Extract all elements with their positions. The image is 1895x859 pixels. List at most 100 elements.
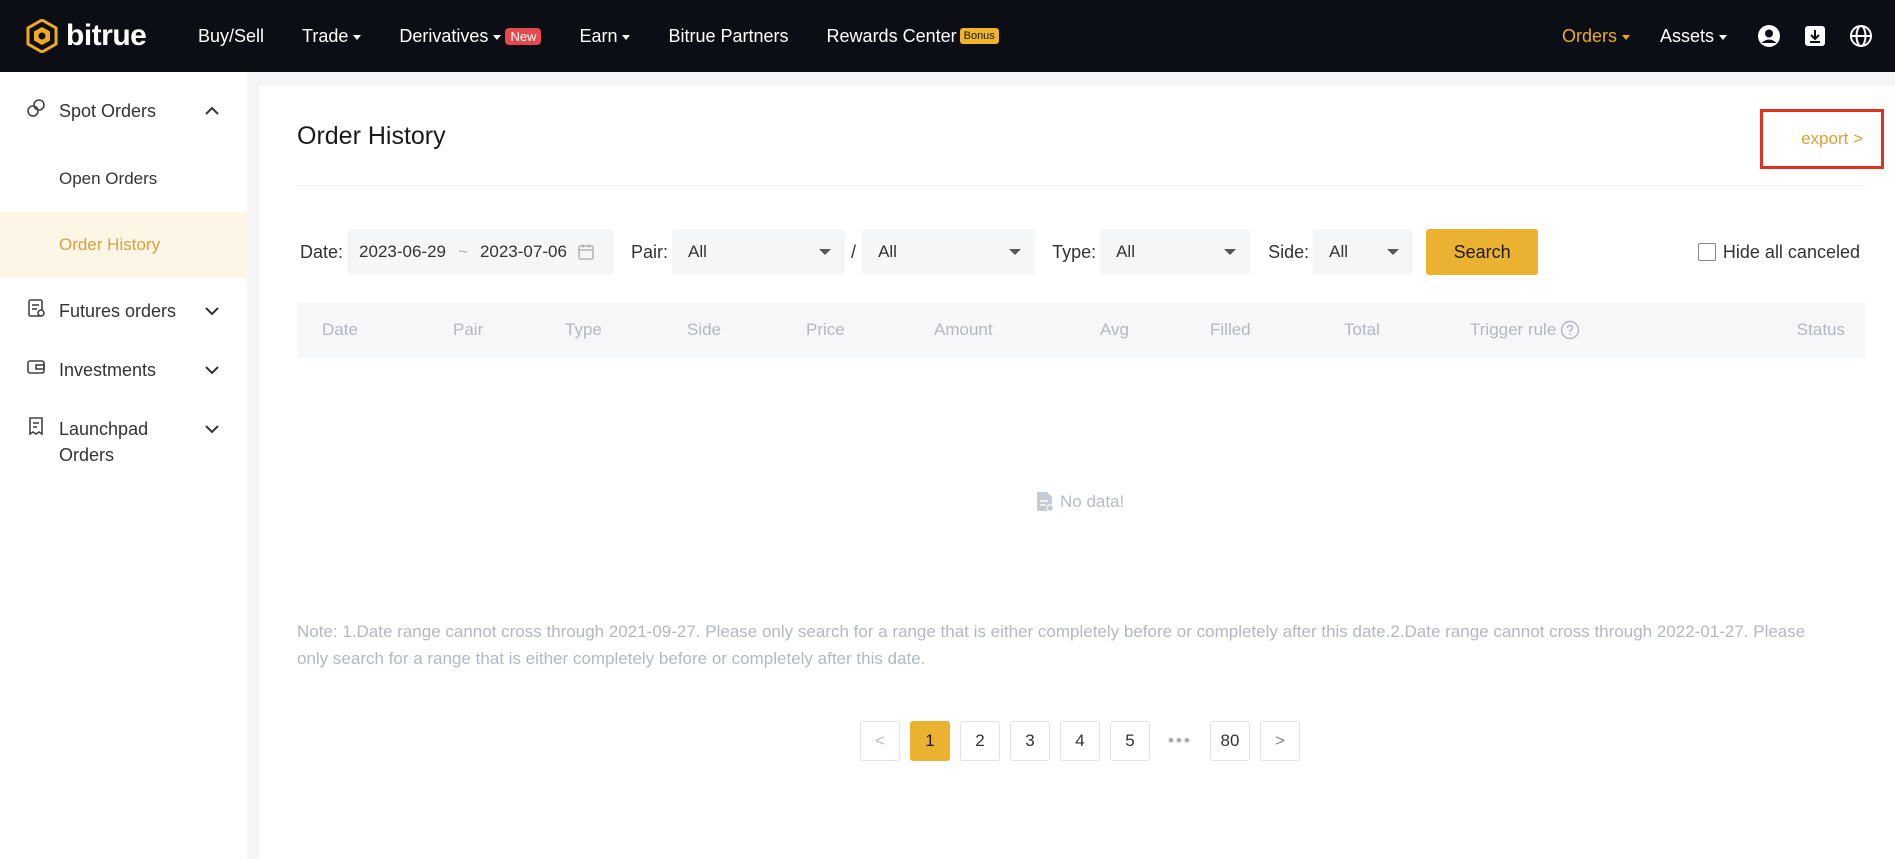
note-line-2: only search for a range that is either c… <box>297 649 926 668</box>
globe-icon[interactable] <box>1849 24 1873 48</box>
header-divider <box>297 185 1865 186</box>
export-link[interactable]: export > <box>1801 129 1863 149</box>
nav-trade-label: Trade <box>302 25 349 46</box>
next-page-button[interactable]: > <box>1260 721 1300 761</box>
chevron-down-icon <box>205 366 219 375</box>
nav-rewards-label: Rewards Center <box>826 25 957 46</box>
column-avg: Avg <box>1100 320 1129 339</box>
wallet-icon <box>27 360 45 374</box>
date-from-value: 2023-06-29 <box>359 242 446 261</box>
hide-canceled-checkbox[interactable] <box>1697 243 1716 261</box>
column-pair: Pair <box>453 320 484 339</box>
bitrue-logo[interactable]: bitrue <box>26 19 176 53</box>
dropdown-arrow-icon <box>819 249 832 255</box>
user-account-icon[interactable] <box>1757 24 1781 48</box>
brand-name: bitrue <box>66 19 147 52</box>
help-question-icon[interactable] <box>1560 320 1580 340</box>
nav-orders[interactable]: Orders <box>1562 26 1630 47</box>
date-range-picker[interactable]: 2023-06-29 ~ 2023-07-06 <box>347 229 615 275</box>
date-filter-label: Date: <box>300 241 344 262</box>
column-filled: Filled <box>1210 320 1251 339</box>
caret-down-icon <box>622 35 631 40</box>
page-5-button[interactable]: 5 <box>1110 721 1150 761</box>
pair-slash: / <box>851 241 857 262</box>
prev-page-button[interactable]: < <box>860 721 900 761</box>
sidebar-group-launchpad-orders[interactable]: Launchpad Orders <box>0 383 247 468</box>
page-title: Order History <box>297 122 446 150</box>
empty-document-icon <box>1037 492 1054 512</box>
link-icon <box>27 99 45 117</box>
column-side: Side <box>687 320 722 339</box>
nav-derivatives-label: Derivatives <box>399 25 489 46</box>
column-price: Price <box>806 320 845 339</box>
sidebar-futures-orders-label: Futures orders <box>59 301 177 321</box>
nav-assets[interactable]: Assets <box>1660 26 1727 47</box>
no-data-text: No data! <box>1060 492 1125 511</box>
bonus-badge: Bonus <box>959 28 999 44</box>
column-total: Total <box>1344 320 1380 339</box>
side-select[interactable]: All <box>1313 229 1414 275</box>
pagination-ellipsis: ••• <box>1160 721 1200 761</box>
launchpad-receipt-icon <box>29 417 43 436</box>
side-value: All <box>1329 242 1349 261</box>
sidebar-item-order-history[interactable]: Order History <box>0 212 247 278</box>
pair-base-value: All <box>688 242 707 261</box>
new-badge: New <box>505 27 542 45</box>
top-navigation-bar: bitrue Buy/Sell Trade Derivatives New Ear… <box>0 0 1895 72</box>
pagination: < 1 2 3 4 5 ••• 80 > <box>860 721 1310 761</box>
hide-canceled-toggle[interactable]: Hide all canceled <box>1697 241 1860 263</box>
order-history-panel: Order History export > Date: 2023-06-29 … <box>259 86 1895 859</box>
search-button[interactable]: Search <box>1426 229 1539 275</box>
caret-down-icon <box>1719 35 1727 40</box>
export-highlight-box: export > <box>1760 109 1884 169</box>
sidebar-group-investments[interactable]: Investments <box>0 324 247 383</box>
sidebar-item-open-orders[interactable]: Open Orders <box>0 146 247 212</box>
page-80-button[interactable]: 80 <box>1210 721 1250 761</box>
download-icon[interactable] <box>1803 24 1827 48</box>
type-select[interactable]: All <box>1100 229 1251 275</box>
page-3-button[interactable]: 3 <box>1010 721 1050 761</box>
nav-bitrue-partners[interactable]: Bitrue Partners <box>668 26 788 47</box>
caret-down-icon <box>353 35 362 40</box>
futures-document-icon <box>28 299 45 317</box>
column-trigger-rule: Trigger rule <box>1470 302 1580 358</box>
orders-table-header: Date Pair Type Side Price Amount Avg Fil… <box>297 302 1865 358</box>
nav-trade[interactable]: Trade <box>302 25 362 47</box>
sidebar-spot-orders-label: Spot Orders <box>59 101 157 121</box>
nav-rewards-center[interactable]: Rewards Center Bonus <box>827 26 999 47</box>
column-type: Type <box>565 320 602 339</box>
dropdown-arrow-icon <box>1387 249 1400 255</box>
column-date: Date <box>322 320 358 339</box>
nav-derivatives[interactable]: Derivatives New <box>399 25 542 47</box>
nav-earn-label: Earn <box>579 25 618 46</box>
column-amount: Amount <box>934 320 993 339</box>
column-status: Status <box>1796 320 1845 339</box>
page-2-button[interactable]: 2 <box>960 721 1000 761</box>
pair-quote-select[interactable]: All <box>862 229 1036 275</box>
date-separator: ~ <box>458 242 468 261</box>
filter-bar: Date: 2023-06-29 ~ 2023-07-06 Pair: All … <box>300 229 1860 275</box>
chevron-down-icon <box>205 307 219 316</box>
page-4-button[interactable]: 4 <box>1060 721 1100 761</box>
calendar-icon <box>578 244 594 260</box>
nav-buy-sell-label: Buy/Sell <box>198 25 265 46</box>
type-filter-label: Type: <box>1052 241 1097 262</box>
sidebar: Spot Orders Open Orders Order History Fu… <box>0 72 247 859</box>
main-nav: Buy/Sell Trade Derivatives New Earn Bitru… <box>198 26 1037 47</box>
nav-orders-label: Orders <box>1561 25 1617 46</box>
right-nav: Orders Assets <box>1562 0 1895 72</box>
pair-quote-value: All <box>878 242 897 261</box>
nav-buy-sell[interactable]: Buy/Sell <box>198 26 264 47</box>
caret-down-icon <box>493 35 502 40</box>
pair-base-select[interactable]: All <box>672 229 846 275</box>
nav-partners-label: Bitrue Partners <box>668 25 789 46</box>
nav-earn[interactable]: Earn <box>579 25 631 47</box>
side-filter-label: Side: <box>1268 241 1310 262</box>
page-1-button[interactable]: 1 <box>910 721 950 761</box>
sidebar-group-futures-orders[interactable]: Futures orders <box>0 278 247 324</box>
hide-canceled-label: Hide all canceled <box>1722 241 1860 262</box>
sidebar-group-spot-orders[interactable]: Spot Orders <box>0 72 247 124</box>
trigger-rule-label: Trigger rule <box>1470 320 1557 339</box>
dropdown-arrow-icon <box>1009 249 1022 255</box>
nav-assets-label: Assets <box>1659 25 1714 46</box>
